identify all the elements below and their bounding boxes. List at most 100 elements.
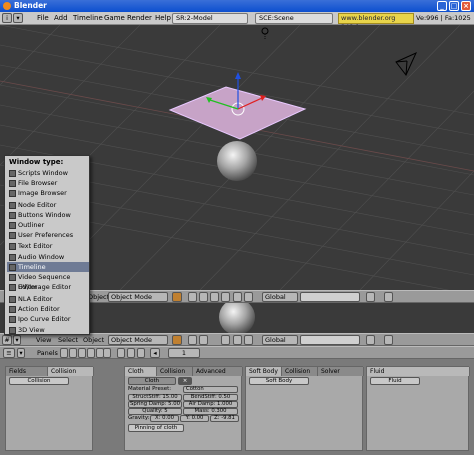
menu-object-lower[interactable]: Object bbox=[83, 335, 104, 345]
scene-context-icon[interactable] bbox=[103, 348, 111, 358]
render-icon-lower[interactable] bbox=[384, 335, 393, 345]
render-icon[interactable] bbox=[384, 292, 393, 302]
menu-item-action-editor[interactable]: Action Editor bbox=[7, 304, 89, 314]
shading-context-icon[interactable] bbox=[78, 348, 86, 358]
sphere-object-lower[interactable] bbox=[219, 303, 255, 333]
cloth-delete-icon[interactable]: × bbox=[178, 377, 192, 385]
window-type-icon[interactable]: # bbox=[2, 335, 12, 345]
pinning-of-cloth-button[interactable]: Pinning of cloth bbox=[128, 424, 184, 432]
panels-menu[interactable]: Panels bbox=[37, 348, 58, 358]
spring-damp-field[interactable]: Spring Damp: 5.00 bbox=[128, 401, 182, 408]
menu-item-3d-view[interactable]: 3D View bbox=[7, 325, 89, 335]
scale-icon[interactable] bbox=[244, 292, 253, 302]
logic-context-icon[interactable] bbox=[60, 348, 68, 358]
cloth-toggle-button[interactable]: Cloth bbox=[128, 377, 176, 385]
menu-view[interactable]: View bbox=[36, 335, 51, 345]
mode-selector[interactable]: Object Mode bbox=[108, 292, 168, 302]
physics-buttons-icon[interactable] bbox=[137, 348, 145, 358]
maximize-button[interactable]: □ bbox=[449, 1, 459, 11]
screen-selector[interactable]: SR:2-Model bbox=[172, 13, 248, 24]
frame-prev-icon[interactable]: ◂ bbox=[150, 348, 160, 358]
orientation-selector-lower[interactable]: Global bbox=[262, 335, 298, 345]
menu-item-outliner[interactable]: Outliner bbox=[7, 220, 89, 230]
info-icon[interactable]: i bbox=[2, 13, 12, 23]
tab-fields[interactable]: Fields bbox=[6, 367, 48, 376]
layer-buttons-lower[interactable] bbox=[300, 335, 360, 345]
menu-file[interactable]: File bbox=[37, 13, 49, 24]
frame-number[interactable]: 1 bbox=[168, 348, 200, 358]
gravity-y-field[interactable]: Y: 0.00 bbox=[180, 415, 209, 422]
object-context-icon[interactable] bbox=[87, 348, 95, 358]
menu-item-buttons-window[interactable]: Buttons Window bbox=[7, 210, 89, 220]
script-context-icon[interactable] bbox=[69, 348, 77, 358]
manipulator-icon[interactable] bbox=[210, 292, 219, 302]
gravity-x-field[interactable]: X: 0.00 bbox=[150, 415, 179, 422]
translate-icon[interactable] bbox=[221, 292, 230, 302]
menu-item-user-preferences[interactable]: User Preferences bbox=[7, 230, 89, 240]
orientation-selector[interactable]: Global bbox=[262, 292, 298, 302]
soft-body-button[interactable]: Soft Body bbox=[249, 377, 309, 385]
menu-object[interactable]: Object bbox=[88, 292, 109, 302]
scene-selector[interactable]: SCE:Scene bbox=[255, 13, 333, 24]
particles-icon[interactable] bbox=[127, 348, 135, 358]
minimize-button[interactable]: _ bbox=[437, 1, 447, 11]
tab-softbody-collision[interactable]: Collision bbox=[282, 367, 318, 376]
tab-advanced[interactable]: Advanced bbox=[193, 367, 243, 376]
pivot-icon[interactable] bbox=[188, 292, 197, 302]
menu-item-timeline[interactable]: Timeline bbox=[7, 262, 89, 272]
menu-item-node-editor[interactable]: Node Editor bbox=[7, 200, 89, 210]
tab-collision[interactable]: Collision bbox=[48, 367, 94, 376]
close-button[interactable]: × bbox=[461, 1, 471, 11]
lamp-icon[interactable] bbox=[261, 27, 269, 39]
tab-soft-body[interactable]: Soft Body bbox=[246, 367, 282, 376]
shading-icon-lower[interactable] bbox=[172, 335, 182, 345]
menu-item-uv-image-editor[interactable]: UV/Image Editor bbox=[7, 282, 89, 292]
sphere-object[interactable] bbox=[217, 141, 257, 181]
rotate-icon-lower[interactable] bbox=[233, 335, 242, 345]
lock-icon[interactable] bbox=[366, 292, 375, 302]
menu-game[interactable]: Game bbox=[104, 13, 125, 24]
layer-buttons[interactable] bbox=[300, 292, 360, 302]
collapse-header-icon[interactable]: ▾ bbox=[13, 335, 21, 345]
pivot-icon-lower[interactable] bbox=[188, 335, 197, 345]
menu-item-ipo-curve-editor[interactable]: Ipo Curve Editor bbox=[7, 314, 89, 324]
fluid-button[interactable]: Fluid bbox=[370, 377, 420, 385]
mode-selector-lower[interactable]: Object Mode bbox=[108, 335, 168, 345]
menu-item-image-browser[interactable]: Image Browser bbox=[7, 188, 89, 198]
menu-item-nla-editor[interactable]: NLA Editor bbox=[7, 294, 89, 304]
menu-item-video-sequence-editor[interactable]: Video Sequence Editor bbox=[7, 272, 89, 291]
menu-timeline[interactable]: Timeline bbox=[73, 13, 103, 24]
air-damp-field[interactable]: Air Damp: 1.000 bbox=[183, 401, 238, 408]
tab-cloth[interactable]: Cloth bbox=[125, 367, 157, 376]
menu-item-audio-window[interactable]: Audio Window bbox=[7, 252, 89, 262]
snap-icon[interactable] bbox=[199, 292, 208, 302]
translate-icon-lower[interactable] bbox=[221, 335, 230, 345]
quality-field[interactable]: Quality: 5 bbox=[128, 408, 182, 415]
tab-cloth-collision[interactable]: Collision bbox=[157, 367, 193, 376]
rotate-icon[interactable] bbox=[233, 292, 242, 302]
struct-stiff-field[interactable]: StructStiff: 15.00 bbox=[128, 394, 182, 401]
tab-fluid[interactable]: Fluid bbox=[367, 367, 470, 376]
menu-item-scripts-window[interactable]: Scripts Window bbox=[7, 168, 89, 178]
window-type-buttons-icon[interactable]: ≡ bbox=[3, 348, 15, 358]
collapse-menu-icon[interactable]: ▾ bbox=[13, 13, 23, 23]
camera-icon[interactable] bbox=[395, 52, 418, 76]
menu-item-file-browser[interactable]: File Browser bbox=[7, 178, 89, 188]
tab-solver[interactable]: Solver bbox=[318, 367, 364, 376]
gravity-z-field[interactable]: Z: -9.81 bbox=[210, 415, 239, 422]
collision-button[interactable]: Collision bbox=[9, 377, 69, 385]
shading-icon[interactable] bbox=[172, 292, 182, 302]
physics-icon[interactable] bbox=[117, 348, 125, 358]
menu-add[interactable]: Add bbox=[54, 13, 68, 24]
snap-icon-lower[interactable] bbox=[199, 335, 208, 345]
menu-help[interactable]: Help bbox=[155, 13, 171, 24]
lock-icon-lower[interactable] bbox=[366, 335, 375, 345]
scale-icon-lower[interactable] bbox=[244, 335, 253, 345]
material-preset-selector[interactable]: Cotton bbox=[183, 386, 238, 393]
collapse-buttons-icon[interactable]: ▾ bbox=[17, 348, 25, 358]
menu-render[interactable]: Render bbox=[127, 13, 152, 24]
menu-item-text-editor[interactable]: Text Editor bbox=[7, 241, 89, 251]
bend-stiff-field[interactable]: BendStiff: 0.50 bbox=[183, 394, 238, 401]
mass-field[interactable]: Mass: 0.300 bbox=[183, 408, 238, 415]
menu-select[interactable]: Select bbox=[58, 335, 78, 345]
